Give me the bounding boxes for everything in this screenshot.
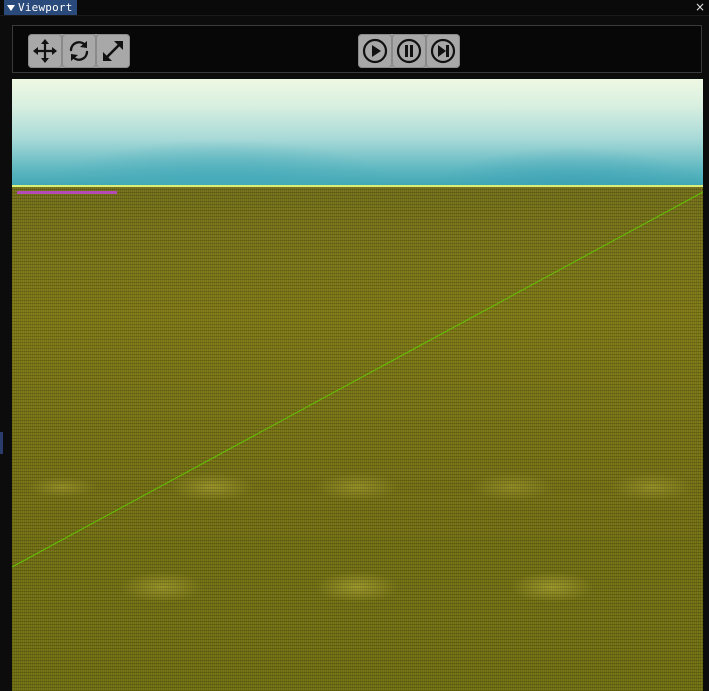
- viewport-toolbar: [12, 25, 702, 73]
- window-title: Viewport: [18, 1, 73, 14]
- transform-tools-group: [28, 34, 130, 68]
- rotate-icon: [69, 41, 89, 61]
- window-titlebar[interactable]: Viewport ×: [0, 0, 709, 16]
- sky-gradient: [12, 79, 703, 187]
- move-tool-button[interactable]: [28, 34, 62, 68]
- play-button[interactable]: [358, 34, 392, 68]
- ground-plane: [12, 187, 703, 691]
- scale-icon: [103, 41, 123, 61]
- close-icon[interactable]: ×: [695, 0, 705, 14]
- step-forward-icon: [430, 38, 456, 64]
- scale-tool-button[interactable]: [96, 34, 130, 68]
- 3d-scene-view[interactable]: [12, 79, 703, 691]
- viewport-window: Viewport ×: [0, 0, 709, 691]
- playback-controls-group: [358, 34, 460, 68]
- pause-button[interactable]: [392, 34, 426, 68]
- step-forward-button[interactable]: [426, 34, 460, 68]
- move-icon: [33, 39, 57, 63]
- play-icon: [362, 38, 388, 64]
- collapse-arrow-icon[interactable]: [7, 5, 15, 11]
- pause-icon: [396, 38, 422, 64]
- horizon-grid-line: [12, 185, 703, 187]
- window-title-tab[interactable]: Viewport: [4, 0, 77, 15]
- magenta-marker-line: [17, 191, 117, 194]
- docked-panel-edge: [0, 432, 3, 454]
- rotate-tool-button[interactable]: [62, 34, 96, 68]
